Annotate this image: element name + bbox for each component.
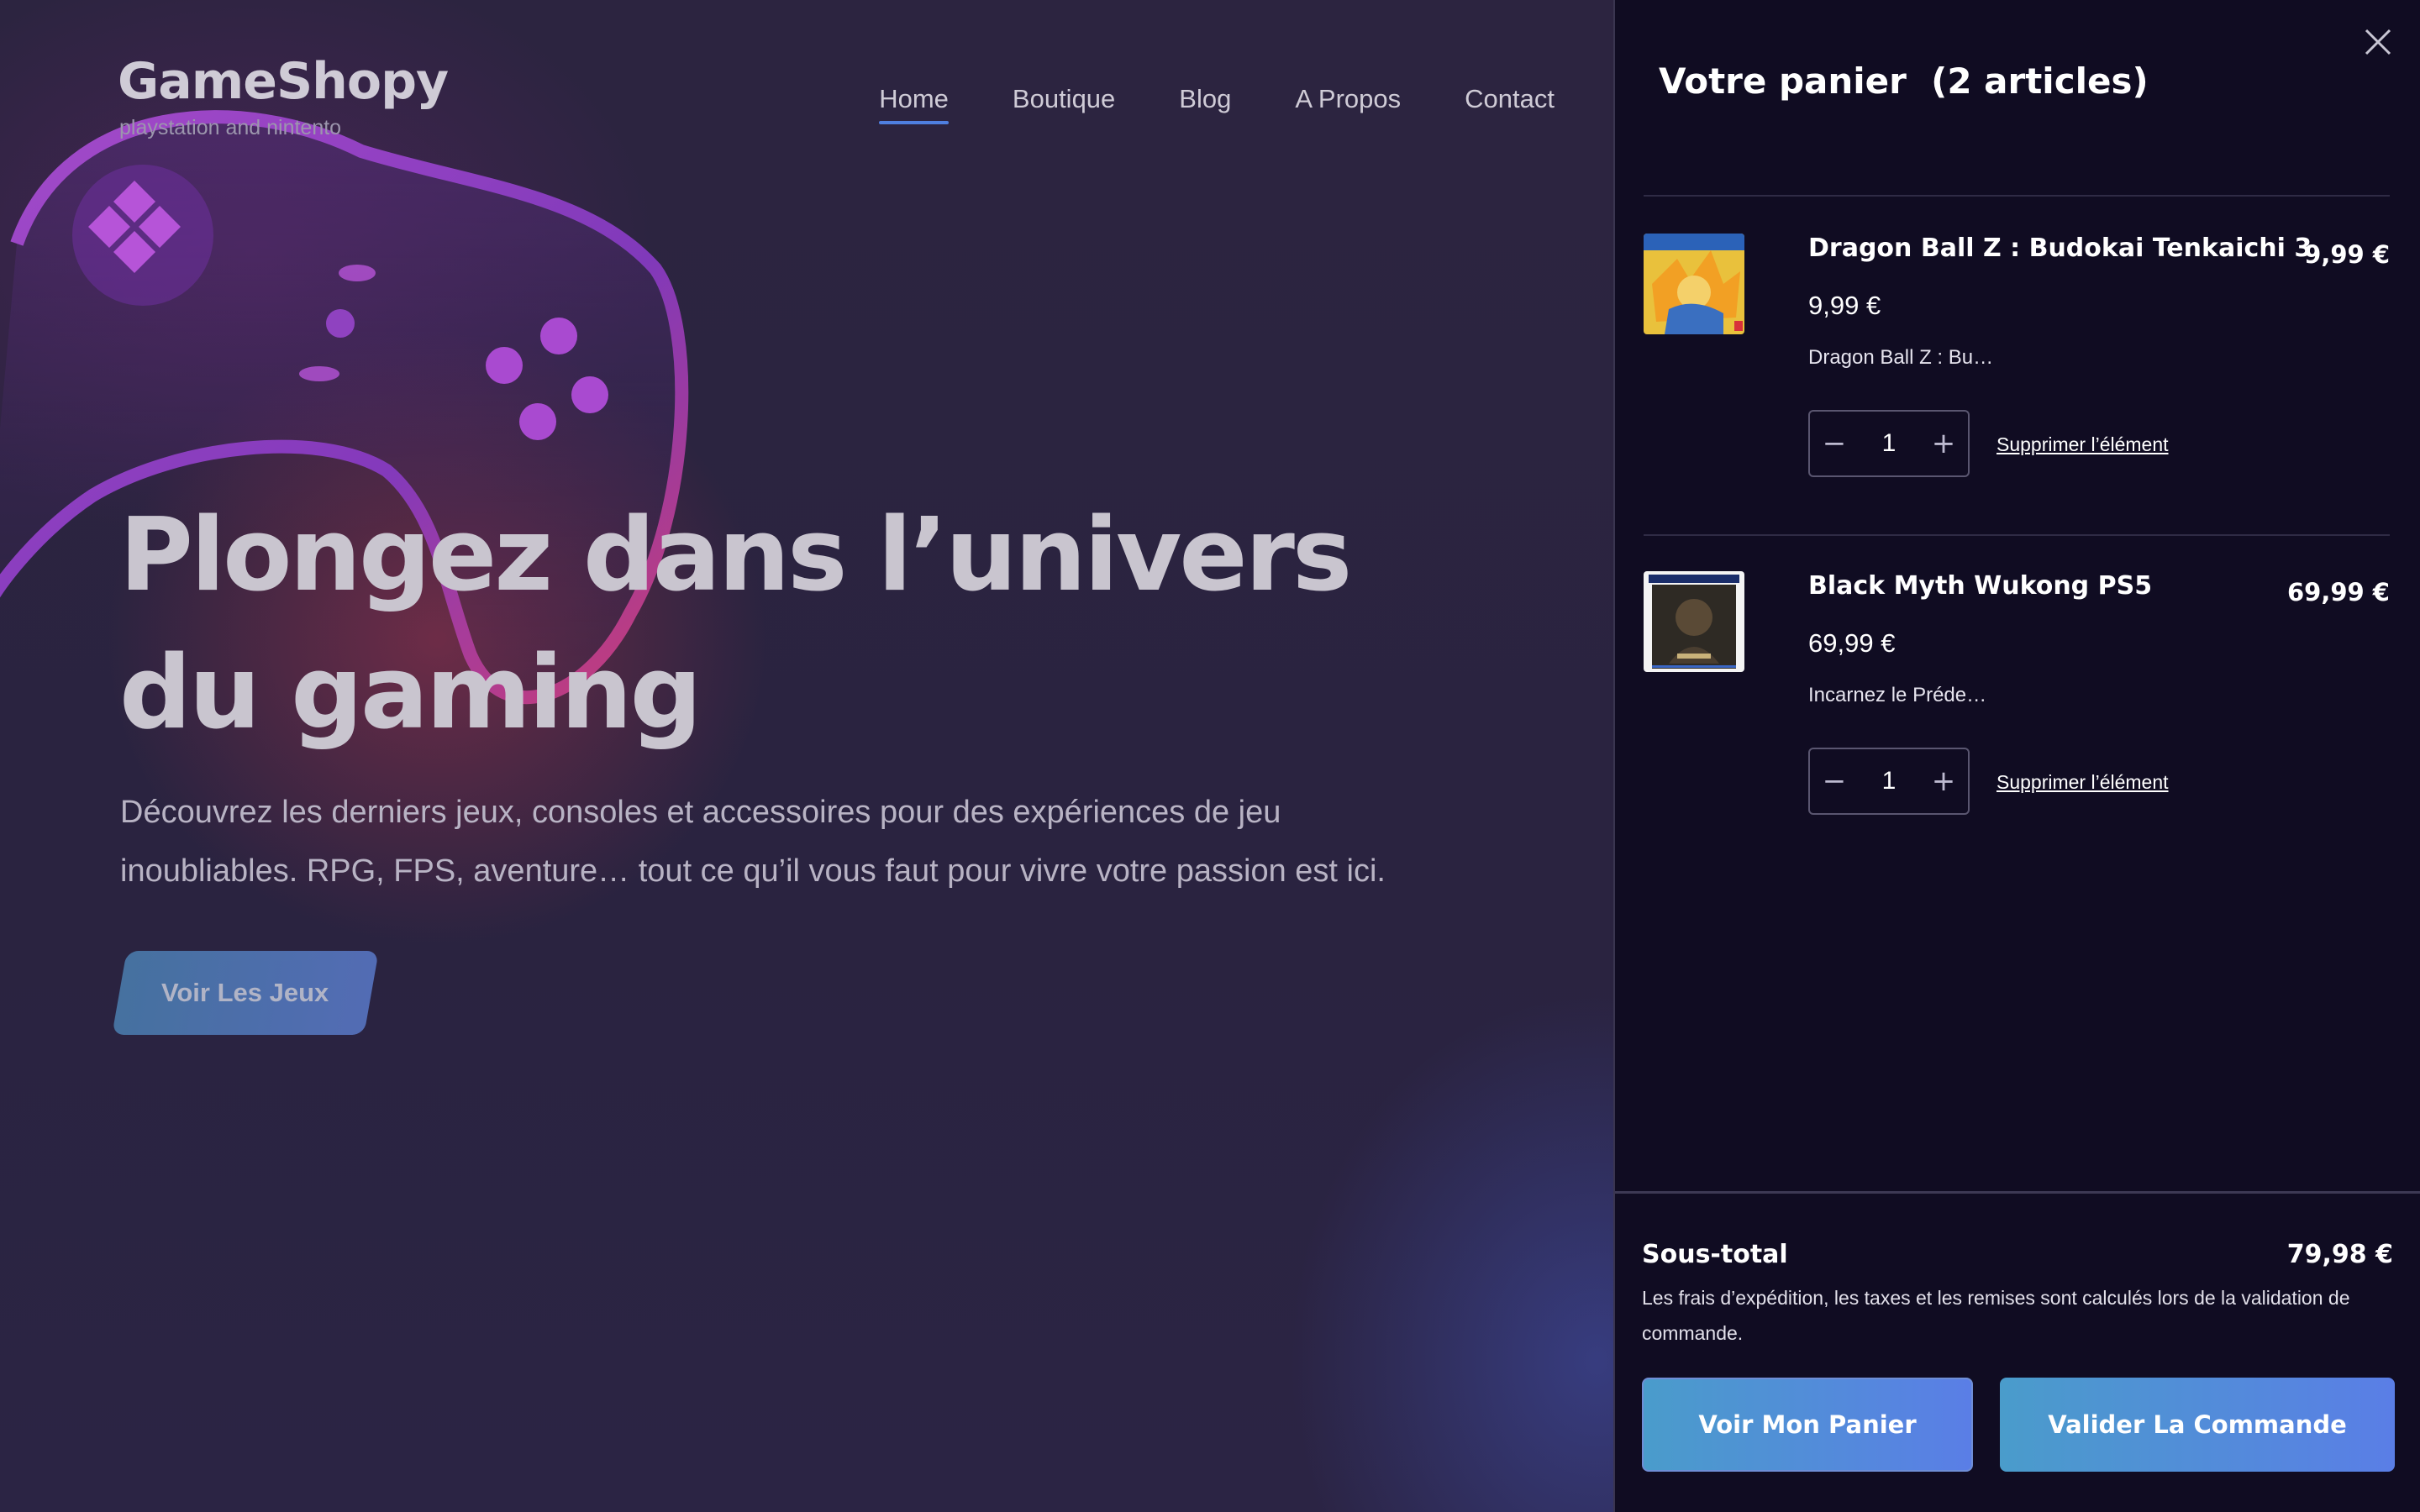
cart-item-description: Dragon Ball Z : Bu…	[1808, 346, 1994, 369]
cart-item-name[interactable]: Black Myth Wukong PS5	[1808, 571, 2152, 601]
dragon-ball-cover-icon[interactable]	[1644, 234, 1744, 334]
divider	[1644, 534, 2390, 536]
cart-footer-divider	[1615, 1191, 2420, 1194]
hero-title-line-1: Plongez dans l’univers	[119, 497, 1352, 614]
hero-description: Découvrez les derniers jeux, consoles et…	[120, 783, 1481, 900]
cart-item-description: Incarnez le Préde…	[1808, 684, 1987, 706]
quantity-stepper: − +	[1808, 748, 1970, 815]
main-nav: Home Boutique Blog A Propos Contact	[815, 84, 1555, 124]
nav-boutique[interactable]: Boutique	[1013, 84, 1115, 114]
cart-item: Black Myth Wukong PS5 69,99 € 69,99 € In…	[1644, 571, 2390, 907]
subtotal-value: 79,98 €	[2286, 1240, 2393, 1269]
quantity-stepper: − +	[1808, 410, 1970, 477]
checkout-label: Valider La Commande	[2048, 1410, 2347, 1439]
cart-title-text: Votre panier	[1659, 60, 1907, 102]
subtotal-label: Sous-total	[1642, 1240, 1788, 1269]
shipping-note: Les frais d’expédition, les taxes et les…	[1642, 1287, 2350, 1344]
close-icon[interactable]	[2361, 25, 2395, 59]
remove-item-link[interactable]: Supprimer l’élément	[1996, 771, 2169, 794]
cart-title: Votre panier (2 articles)	[1659, 60, 2149, 102]
cart-item-price: 9,99 €	[1808, 291, 1881, 320]
cart-item-name[interactable]: Dragon Ball Z : Budokai Tenkaichi 3	[1808, 234, 2312, 263]
cart-item: Dragon Ball Z : Budokai Tenkaichi 3 9,99…	[1644, 234, 2390, 570]
see-games-label: Voir Les Jeux	[161, 978, 329, 1007]
quantity-input[interactable]	[1859, 412, 1919, 475]
cart-item-count: (2 articles)	[1931, 60, 2149, 102]
hero-title-line-2: du gaming	[119, 635, 702, 752]
nav-contact[interactable]: Contact	[1465, 84, 1555, 114]
checkout-button[interactable]: Valider La Commande	[2000, 1378, 2395, 1472]
remove-item-link[interactable]: Supprimer l’élément	[1996, 433, 2169, 456]
decrease-quantity-button[interactable]: −	[1810, 412, 1859, 475]
hero-page: GameShopy playstation and nintento Home …	[0, 0, 1613, 1512]
black-myth-wukong-cover-icon[interactable]	[1644, 571, 1744, 672]
hero-description-line-2: inoubliables. RPG, FPS, aventure… tout c…	[120, 853, 1386, 889]
increase-quantity-button[interactable]: +	[1919, 412, 1968, 475]
logo[interactable]: GameShopy playstation and nintento	[118, 52, 449, 140]
nav-home[interactable]: Home	[879, 84, 949, 124]
cart-item-line-total: 69,99 €	[2286, 578, 2390, 606]
nav-blog[interactable]: Blog	[1179, 84, 1231, 114]
brand-tagline: playstation and nintento	[119, 116, 342, 139]
hero-title: Plongez dans l’univers du gaming	[119, 487, 1464, 763]
increase-quantity-button[interactable]: +	[1919, 749, 1968, 813]
quantity-input[interactable]	[1859, 749, 1919, 813]
cart-item-line-total: 9,99 €	[2304, 240, 2390, 269]
view-cart-label: Voir Mon Panier	[1698, 1410, 1917, 1439]
view-cart-button[interactable]: Voir Mon Panier	[1642, 1378, 1973, 1472]
decrease-quantity-button[interactable]: −	[1810, 749, 1859, 813]
cart-drawer: Votre panier (2 articles) Dragon Ball Z …	[1613, 0, 2420, 1512]
brand-name: GameShopy	[118, 52, 449, 111]
divider	[1644, 195, 2390, 197]
hero-description-line-1: Découvrez les derniers jeux, consoles et…	[120, 795, 1281, 830]
see-games-button[interactable]: Voir Les Jeux	[112, 951, 379, 1035]
nav-a-propos[interactable]: A Propos	[1295, 84, 1401, 114]
cart-item-price: 69,99 €	[1808, 628, 1896, 658]
